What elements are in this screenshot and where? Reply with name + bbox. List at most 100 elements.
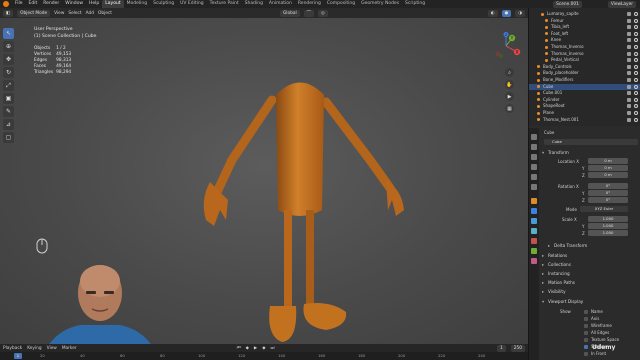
render-toggle-icon[interactable] xyxy=(627,104,631,109)
render-toggle-icon[interactable] xyxy=(627,31,631,36)
visibility-eye-icon[interactable] xyxy=(634,97,638,102)
visibility-eye-icon[interactable] xyxy=(634,31,638,36)
render-toggle-icon[interactable] xyxy=(627,18,631,23)
object-name-field[interactable]: Cube xyxy=(544,139,638,145)
tab-animation[interactable]: Animation xyxy=(266,0,295,8)
show-option-checkbox[interactable] xyxy=(584,324,588,328)
menu-edit[interactable]: Edit xyxy=(26,0,41,8)
world-tab-icon[interactable] xyxy=(531,184,537,190)
visibility-section[interactable]: ▸ Visibility xyxy=(542,288,640,295)
outliner-item[interactable]: Lumaroy_sapite xyxy=(529,11,640,17)
menu-view[interactable]: View xyxy=(54,11,64,16)
outliner-item[interactable]: Cube.001 xyxy=(529,90,640,96)
scene-selector[interactable]: Scene.001 xyxy=(553,0,582,8)
visibility-eye-icon[interactable] xyxy=(634,51,638,56)
modifier-tab-icon[interactable] xyxy=(531,208,537,214)
annotate-tool-icon[interactable]: ✎ xyxy=(3,106,14,117)
current-frame-indicator[interactable]: 1 xyxy=(14,353,22,359)
show-option-checkbox[interactable] xyxy=(584,352,588,356)
menu-help[interactable]: Help xyxy=(86,0,102,8)
view-layer-selector[interactable]: ViewLayer xyxy=(607,0,636,8)
relations-section[interactable]: ▸ Relations xyxy=(542,252,640,259)
visibility-eye-icon[interactable] xyxy=(634,45,638,49)
zoom-icon[interactable]: ⌕ xyxy=(505,68,514,77)
menu-select[interactable]: Select xyxy=(68,11,81,16)
tab-layout[interactable]: Layout xyxy=(102,0,124,8)
overlays-toggle[interactable]: ◐ xyxy=(487,9,498,17)
timeline-ruler[interactable]: 1 20 40 60 80 100 120 140 160 180 200 22… xyxy=(0,352,528,360)
add-cube-tool-icon[interactable]: ▢ xyxy=(3,132,14,143)
tool-tab-icon[interactable] xyxy=(531,134,537,140)
start-frame-field[interactable]: 1 xyxy=(497,344,506,352)
editor-type-button[interactable]: ◧ xyxy=(3,9,14,17)
location-x-field[interactable]: 0 m xyxy=(588,158,628,164)
rotation-x-field[interactable]: 0° xyxy=(588,183,628,189)
render-toggle-icon[interactable] xyxy=(627,12,631,16)
pan-hand-icon[interactable]: ✋ xyxy=(505,80,514,89)
scale-x-field[interactable]: 1.000 xyxy=(588,216,628,222)
rotation-y-field[interactable]: 0° xyxy=(588,190,628,196)
output-tab-icon[interactable] xyxy=(531,154,537,160)
outliner-item[interactable]: Pedal_Vertical xyxy=(529,57,640,63)
menu-playback[interactable]: Playback xyxy=(3,346,22,351)
tab-shading[interactable]: Shading xyxy=(242,0,266,8)
visibility-eye-icon[interactable] xyxy=(634,117,638,122)
tab-geometry-nodes[interactable]: Geometry Nodes xyxy=(358,0,402,8)
outliner-item[interactable]: Bone_Modifiers xyxy=(529,77,640,83)
rotation-z-field[interactable]: 0° xyxy=(588,197,628,203)
visibility-eye-icon[interactable] xyxy=(634,78,638,82)
outliner-item[interactable]: Femur xyxy=(529,18,640,24)
view-layer-tab-icon[interactable] xyxy=(531,164,537,170)
camera-view-icon[interactable]: ▶ xyxy=(505,92,514,101)
tab-compositing[interactable]: Compositing xyxy=(324,0,358,8)
outliner-item[interactable]: Body_placeholder xyxy=(529,70,640,76)
delta-transform-section[interactable]: ▸ Delta Transform xyxy=(548,242,640,249)
show-option-checkbox[interactable] xyxy=(584,317,588,321)
outliner-item[interactable]: Plane xyxy=(529,110,640,116)
outliner-item[interactable]: Tibia_left xyxy=(529,24,640,30)
visibility-eye-icon[interactable] xyxy=(634,25,638,30)
motion-paths-section[interactable]: ▸ Motion Paths xyxy=(542,279,640,286)
render-toggle-icon[interactable] xyxy=(627,117,631,122)
transform-orientation-selector[interactable]: Global xyxy=(279,9,300,17)
visibility-eye-icon[interactable] xyxy=(634,38,638,43)
object-tab-icon[interactable] xyxy=(531,198,537,204)
outliner-item[interactable]: ShapeRoot xyxy=(529,103,640,109)
outliner-item[interactable]: Thomas_Inverso xyxy=(529,51,640,57)
tab-texture-paint[interactable]: Texture Paint xyxy=(207,0,242,8)
outliner-item[interactable]: Knee xyxy=(529,37,640,43)
outliner-item[interactable]: Thomas_Nest.001 xyxy=(529,117,640,123)
visibility-eye-icon[interactable] xyxy=(634,84,638,89)
render-toggle-icon[interactable] xyxy=(627,71,631,76)
prev-key-icon[interactable]: ◆ xyxy=(246,346,249,351)
outliner-item[interactable]: Thomas_Inverso xyxy=(529,44,640,50)
visibility-eye-icon[interactable] xyxy=(634,58,638,63)
menu-keying[interactable]: Keying xyxy=(27,346,41,351)
physics-tab-icon[interactable] xyxy=(531,228,537,234)
location-z-field[interactable]: 0 m xyxy=(588,172,628,178)
transform-tool-icon[interactable]: ▣ xyxy=(3,93,14,104)
menu-marker[interactable]: Marker xyxy=(62,346,77,351)
outliner-item[interactable]: Body_Controls xyxy=(529,64,640,70)
tab-modeling[interactable]: Modeling xyxy=(124,0,150,8)
render-toggle-icon[interactable] xyxy=(627,97,631,102)
outliner-item[interactable]: Cylinder xyxy=(529,97,640,103)
outliner-item[interactable]: Cube xyxy=(529,83,640,90)
blender-logo-icon[interactable] xyxy=(3,1,9,7)
visibility-eye-icon[interactable] xyxy=(634,71,638,76)
cursor-tool-icon[interactable]: ⊕ xyxy=(3,41,14,52)
transform-section-header[interactable]: ▾ Transform xyxy=(542,149,640,156)
measure-tool-icon[interactable]: ⊿ xyxy=(3,119,14,130)
tab-uv-editing[interactable]: UV Editing xyxy=(177,0,206,8)
render-toggle-icon[interactable] xyxy=(627,111,631,115)
render-toggle-icon[interactable] xyxy=(627,25,631,30)
render-toggle-icon[interactable] xyxy=(627,91,631,96)
material-tab-icon[interactable] xyxy=(531,258,537,264)
visibility-eye-icon[interactable] xyxy=(634,12,638,16)
rotate-tool-icon[interactable]: ↻ xyxy=(3,67,14,78)
render-toggle-icon[interactable] xyxy=(627,51,631,56)
scale-tool-icon[interactable]: ⤢ xyxy=(3,80,14,91)
menu-render[interactable]: Render xyxy=(40,0,62,8)
character-model[interactable] xyxy=(180,60,420,344)
jump-end-icon[interactable]: ⏭ xyxy=(271,346,275,351)
